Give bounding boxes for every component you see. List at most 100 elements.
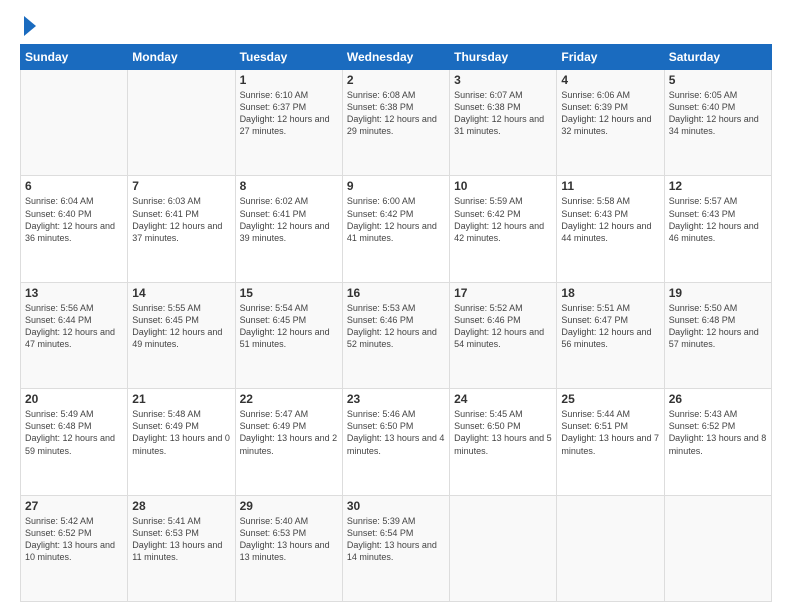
calendar-cell: 7Sunrise: 6:03 AM Sunset: 6:41 PM Daylig… <box>128 176 235 282</box>
calendar-week-row: 13 Sunrise: 5:56 AM Sunset: 6:44 PM Dayli… <box>21 282 772 388</box>
day-number: 3 <box>454 73 552 87</box>
calendar-cell: 4 Sunrise: 6:06 AM Sunset: 6:39 PM Daylig… <box>557 70 664 176</box>
calendar-cell: 18Sunrise: 5:51 AM Sunset: 6:47 PM Dayli… <box>557 282 664 388</box>
cell-text: Sunrise: 6:08 AM Sunset: 6:38 PM Dayligh… <box>347 89 445 138</box>
calendar-cell: 3 Sunrise: 6:07 AM Sunset: 6:38 PM Daylig… <box>450 70 557 176</box>
day-number: 16 <box>347 286 445 300</box>
calendar-header-row: SundayMondayTuesdayWednesdayThursdayFrid… <box>21 45 772 70</box>
cell-text: Sunrise: 6:10 AM Sunset: 6:37 PM Dayligh… <box>240 89 338 138</box>
day-number: 26 <box>669 392 767 406</box>
day-number: 7 <box>132 179 230 193</box>
logo <box>20 16 36 36</box>
day-number: 4 <box>561 73 659 87</box>
calendar-cell: 30 Sunrise: 5:39 AM Sunset: 6:54 PM Dayli… <box>342 495 449 601</box>
cell-text: Sunrise: 5:46 AM Sunset: 6:50 PM Dayligh… <box>347 408 445 457</box>
cell-text: Sunrise: 5:44 AM Sunset: 6:51 PM Dayligh… <box>561 408 659 457</box>
calendar-cell: 2 Sunrise: 6:08 AM Sunset: 6:38 PM Daylig… <box>342 70 449 176</box>
cell-text: Sunrise: 5:47 AM Sunset: 6:49 PM Dayligh… <box>240 408 338 457</box>
cell-text: Sunrise: 5:41 AM Sunset: 6:53 PM Dayligh… <box>132 515 230 564</box>
calendar-cell: 15 Sunrise: 5:54 AM Sunset: 6:45 PM Dayli… <box>235 282 342 388</box>
cell-text: Sunrise: 5:52 AM Sunset: 6:46 PM Dayligh… <box>454 302 552 351</box>
day-number: 2 <box>347 73 445 87</box>
day-number: 23 <box>347 392 445 406</box>
page: SundayMondayTuesdayWednesdayThursdayFrid… <box>0 0 792 612</box>
calendar-cell: 28 Sunrise: 5:41 AM Sunset: 6:53 PM Dayli… <box>128 495 235 601</box>
calendar-cell <box>21 70 128 176</box>
calendar-cell: 19 Sunrise: 5:50 AM Sunset: 6:48 PM Dayli… <box>664 282 771 388</box>
day-number: 8 <box>240 179 338 193</box>
cell-text: Sunrise: 6:07 AM Sunset: 6:38 PM Dayligh… <box>454 89 552 138</box>
day-of-week-header: Wednesday <box>342 45 449 70</box>
day-of-week-header: Saturday <box>664 45 771 70</box>
calendar-cell: 5 Sunrise: 6:05 AM Sunset: 6:40 PM Daylig… <box>664 70 771 176</box>
calendar-cell: 29 Sunrise: 5:40 AM Sunset: 6:53 PM Dayli… <box>235 495 342 601</box>
day-of-week-header: Friday <box>557 45 664 70</box>
calendar-cell: 20Sunrise: 5:49 AM Sunset: 6:48 PM Dayli… <box>21 389 128 495</box>
calendar-cell: 6 Sunrise: 6:04 AM Sunset: 6:40 PM Daylig… <box>21 176 128 282</box>
day-number: 1 <box>240 73 338 87</box>
cell-text: Sunrise: 5:45 AM Sunset: 6:50 PM Dayligh… <box>454 408 552 457</box>
calendar-cell: 10 Sunrise: 5:59 AM Sunset: 6:42 PM Dayli… <box>450 176 557 282</box>
day-number: 10 <box>454 179 552 193</box>
logo-triangle-icon <box>24 16 36 36</box>
cell-text: Sunrise: 5:56 AM Sunset: 6:44 PM Dayligh… <box>25 302 123 351</box>
day-of-week-header: Tuesday <box>235 45 342 70</box>
cell-text: Sunrise: 6:04 AM Sunset: 6:40 PM Dayligh… <box>25 195 123 244</box>
calendar-cell: 16 Sunrise: 5:53 AM Sunset: 6:46 PM Dayli… <box>342 282 449 388</box>
cell-text: Sunrise: 5:40 AM Sunset: 6:53 PM Dayligh… <box>240 515 338 564</box>
day-number: 27 <box>25 499 123 513</box>
calendar-cell: 22Sunrise: 5:47 AM Sunset: 6:49 PM Dayli… <box>235 389 342 495</box>
day-number: 25 <box>561 392 659 406</box>
calendar-cell: 13 Sunrise: 5:56 AM Sunset: 6:44 PM Dayli… <box>21 282 128 388</box>
day-of-week-header: Thursday <box>450 45 557 70</box>
cell-text: Sunrise: 5:42 AM Sunset: 6:52 PM Dayligh… <box>25 515 123 564</box>
cell-text: Sunrise: 5:48 AM Sunset: 6:49 PM Dayligh… <box>132 408 230 457</box>
calendar-cell: 21 Sunrise: 5:48 AM Sunset: 6:49 PM Dayli… <box>128 389 235 495</box>
cell-text: Sunrise: 6:05 AM Sunset: 6:40 PM Dayligh… <box>669 89 767 138</box>
calendar-cell: 17 Sunrise: 5:52 AM Sunset: 6:46 PM Dayli… <box>450 282 557 388</box>
calendar-cell: 12 Sunrise: 5:57 AM Sunset: 6:43 PM Dayli… <box>664 176 771 282</box>
cell-text: Sunrise: 5:59 AM Sunset: 6:42 PM Dayligh… <box>454 195 552 244</box>
day-number: 9 <box>347 179 445 193</box>
day-of-week-header: Sunday <box>21 45 128 70</box>
cell-text: Sunrise: 5:53 AM Sunset: 6:46 PM Dayligh… <box>347 302 445 351</box>
calendar-week-row: 20Sunrise: 5:49 AM Sunset: 6:48 PM Dayli… <box>21 389 772 495</box>
day-number: 6 <box>25 179 123 193</box>
calendar-cell: 14Sunrise: 5:55 AM Sunset: 6:45 PM Dayli… <box>128 282 235 388</box>
day-number: 5 <box>669 73 767 87</box>
header <box>20 16 772 36</box>
cell-text: Sunrise: 5:39 AM Sunset: 6:54 PM Dayligh… <box>347 515 445 564</box>
cell-text: Sunrise: 5:50 AM Sunset: 6:48 PM Dayligh… <box>669 302 767 351</box>
calendar-cell <box>450 495 557 601</box>
day-number: 20 <box>25 392 123 406</box>
calendar-cell: 25 Sunrise: 5:44 AM Sunset: 6:51 PM Dayli… <box>557 389 664 495</box>
calendar-cell: 9 Sunrise: 6:00 AM Sunset: 6:42 PM Daylig… <box>342 176 449 282</box>
cell-text: Sunrise: 6:02 AM Sunset: 6:41 PM Dayligh… <box>240 195 338 244</box>
day-number: 28 <box>132 499 230 513</box>
day-number: 13 <box>25 286 123 300</box>
cell-text: Sunrise: 5:54 AM Sunset: 6:45 PM Dayligh… <box>240 302 338 351</box>
cell-text: Sunrise: 6:06 AM Sunset: 6:39 PM Dayligh… <box>561 89 659 138</box>
day-number: 17 <box>454 286 552 300</box>
day-number: 30 <box>347 499 445 513</box>
calendar-week-row: 1 Sunrise: 6:10 AM Sunset: 6:37 PM Daylig… <box>21 70 772 176</box>
calendar-cell <box>557 495 664 601</box>
day-number: 29 <box>240 499 338 513</box>
calendar-cell: 11Sunrise: 5:58 AM Sunset: 6:43 PM Dayli… <box>557 176 664 282</box>
cell-text: Sunrise: 5:43 AM Sunset: 6:52 PM Dayligh… <box>669 408 767 457</box>
calendar-week-row: 6 Sunrise: 6:04 AM Sunset: 6:40 PM Daylig… <box>21 176 772 282</box>
calendar-week-row: 27 Sunrise: 5:42 AM Sunset: 6:52 PM Dayli… <box>21 495 772 601</box>
calendar-cell: 8 Sunrise: 6:02 AM Sunset: 6:41 PM Daylig… <box>235 176 342 282</box>
calendar-cell <box>664 495 771 601</box>
cell-text: Sunrise: 5:57 AM Sunset: 6:43 PM Dayligh… <box>669 195 767 244</box>
cell-text: Sunrise: 6:00 AM Sunset: 6:42 PM Dayligh… <box>347 195 445 244</box>
calendar-cell: 26 Sunrise: 5:43 AM Sunset: 6:52 PM Dayli… <box>664 389 771 495</box>
calendar-cell: 24Sunrise: 5:45 AM Sunset: 6:50 PM Dayli… <box>450 389 557 495</box>
day-number: 19 <box>669 286 767 300</box>
day-number: 21 <box>132 392 230 406</box>
day-number: 15 <box>240 286 338 300</box>
cell-text: Sunrise: 5:55 AM Sunset: 6:45 PM Dayligh… <box>132 302 230 351</box>
day-number: 11 <box>561 179 659 193</box>
day-number: 12 <box>669 179 767 193</box>
calendar-table: SundayMondayTuesdayWednesdayThursdayFrid… <box>20 44 772 602</box>
